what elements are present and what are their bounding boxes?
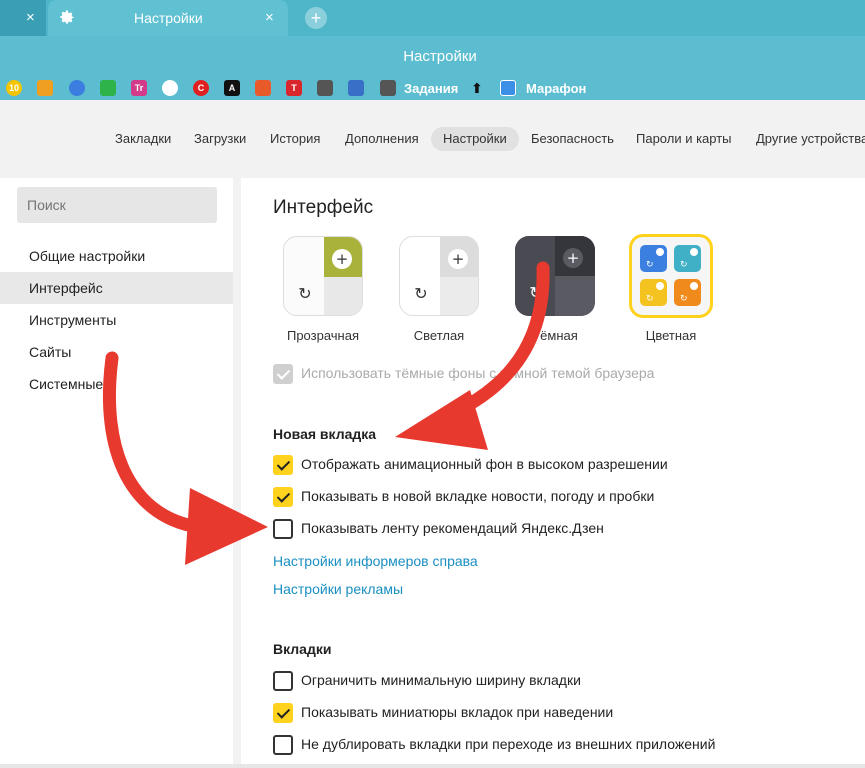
nav-extensions[interactable]: Дополнения (333, 127, 431, 151)
title-bar: Настройки (0, 36, 865, 76)
theme-label: Прозрачная (286, 328, 359, 343)
bookmark-icon[interactable] (500, 80, 516, 96)
option-label[interactable]: Показывать в новой вкладке новости, пого… (301, 488, 654, 504)
theme-label: Светлая (413, 328, 465, 343)
option-label[interactable]: Отображать анимационный фон в высоком ра… (301, 456, 668, 472)
tab-previous[interactable]: × (0, 0, 46, 36)
bookmark-icon[interactable]: T (286, 80, 302, 96)
option-label[interactable]: Показывать ленту рекомендаций Яндекс.Дзе… (301, 520, 604, 536)
new-tab-button[interactable]: + (305, 7, 327, 29)
nav-downloads[interactable]: Загрузки (182, 127, 258, 151)
settings-content: Интерфейс + ↻ Прозрачная + ↻ Светлая + ↻… (241, 178, 865, 768)
nav-settings[interactable]: Настройки (431, 127, 519, 151)
sidebar-item-general[interactable]: Общие настройки (0, 240, 233, 272)
bookmark-icon[interactable]: 10 (6, 80, 22, 96)
zen-feed-checkbox[interactable] (273, 519, 293, 539)
bookmark-tasks[interactable]: Задания (404, 81, 458, 96)
nav-passwords[interactable]: Пароли и карты (624, 127, 744, 151)
option-label[interactable]: Показывать миниатюры вкладок при наведен… (301, 704, 613, 720)
dark-backgrounds-checkbox (273, 364, 293, 384)
tab-thumbnails-checkbox[interactable] (273, 703, 293, 723)
option-label[interactable]: Ограничить минимальную ширину вкладки (301, 672, 581, 688)
close-tab-icon[interactable]: × (26, 9, 35, 26)
theme-dark[interactable]: + ↻ (515, 236, 595, 316)
search-input[interactable] (17, 187, 217, 223)
bookmark-icon[interactable]: Tr (131, 80, 147, 96)
no-duplicate-tabs-checkbox[interactable] (273, 735, 293, 755)
svg-text:↻: ↻ (646, 260, 654, 270)
nav-security[interactable]: Безопасность (519, 127, 626, 151)
bookmark-icon[interactable]: A (224, 80, 240, 96)
sidebar-item-sites[interactable]: Сайты (0, 336, 233, 368)
upload-icon[interactable]: ⬆ (469, 80, 485, 96)
bookmark-icon[interactable] (255, 80, 271, 96)
option-label: Использовать тёмные фоны с тёмной темой … (301, 365, 655, 381)
shield-icon[interactable] (348, 80, 364, 96)
svg-text:↻: ↻ (646, 294, 654, 304)
theme-colored[interactable]: ↻ ↻ ↻ ↻ (629, 234, 713, 318)
bookmark-icon[interactable] (37, 80, 53, 96)
bookmark-icon[interactable]: C (193, 80, 209, 96)
bottom-border (0, 764, 865, 768)
theme-preview-icon: ↻ ↻ ↻ ↻ (640, 245, 701, 306)
settings-sidebar: Общие настройки Интерфейс Инструменты Са… (0, 178, 233, 768)
sidebar-item-system[interactable]: Системные (0, 368, 233, 400)
bookmark-marathon[interactable]: Марафон (526, 81, 586, 96)
settings-nav: Закладки Загрузки История Дополнения Нас… (0, 100, 865, 178)
svg-text:↻: ↻ (298, 284, 311, 303)
sidebar-item-interface[interactable]: Интерфейс (0, 272, 233, 304)
informers-settings-link[interactable]: Настройки информеров справа (273, 553, 478, 569)
new-tab-section-title: Новая вкладка (273, 426, 377, 442)
animated-bg-checkbox[interactable] (273, 455, 293, 475)
nav-history[interactable]: История (258, 127, 332, 151)
min-tab-width-checkbox[interactable] (273, 671, 293, 691)
theme-transparent[interactable]: + ↻ (283, 236, 363, 316)
bookmarks-bar: 10 Tr C A T Задания ⬆ Марафон (0, 76, 865, 100)
svg-text:+: + (567, 249, 580, 267)
building-icon[interactable] (380, 80, 396, 96)
svg-text:↻: ↻ (680, 260, 688, 270)
svg-text:↻: ↻ (414, 284, 427, 303)
svg-text:↻: ↻ (680, 294, 688, 304)
building-icon[interactable] (317, 80, 333, 96)
gear-icon (60, 10, 74, 24)
ads-settings-link[interactable]: Настройки рекламы (273, 581, 403, 597)
news-weather-checkbox[interactable] (273, 487, 293, 507)
theme-label: Цветная (645, 328, 697, 343)
theme-preview-icon: + ↻ (400, 237, 478, 315)
bookmark-icon[interactable] (100, 80, 116, 96)
tabs-section-title: Вкладки (273, 641, 332, 657)
theme-light[interactable]: + ↻ (399, 236, 479, 316)
eye-icon[interactable] (162, 80, 178, 96)
bookmark-icon[interactable] (69, 80, 85, 96)
theme-label: Тёмная (532, 328, 578, 343)
option-label[interactable]: Не дублировать вкладки при переходе из в… (301, 736, 715, 752)
close-tab-icon[interactable]: × (265, 9, 274, 26)
window-title: Настройки (403, 48, 477, 65)
svg-text:+: + (336, 250, 349, 268)
svg-text:↻: ↻ (529, 283, 542, 302)
theme-preview-icon: + ↻ (515, 236, 595, 316)
svg-text:+: + (452, 250, 465, 268)
section-title: Интерфейс (273, 197, 374, 218)
tab-title: Настройки (134, 10, 203, 26)
tab-settings[interactable]: Настройки × (48, 0, 288, 36)
theme-preview-icon: + ↻ (284, 237, 362, 315)
tab-strip: × Настройки × + (0, 0, 865, 36)
sidebar-item-tools[interactable]: Инструменты (0, 304, 233, 336)
nav-bookmarks[interactable]: Закладки (103, 127, 183, 151)
nav-other-devices[interactable]: Другие устройства (744, 127, 865, 151)
